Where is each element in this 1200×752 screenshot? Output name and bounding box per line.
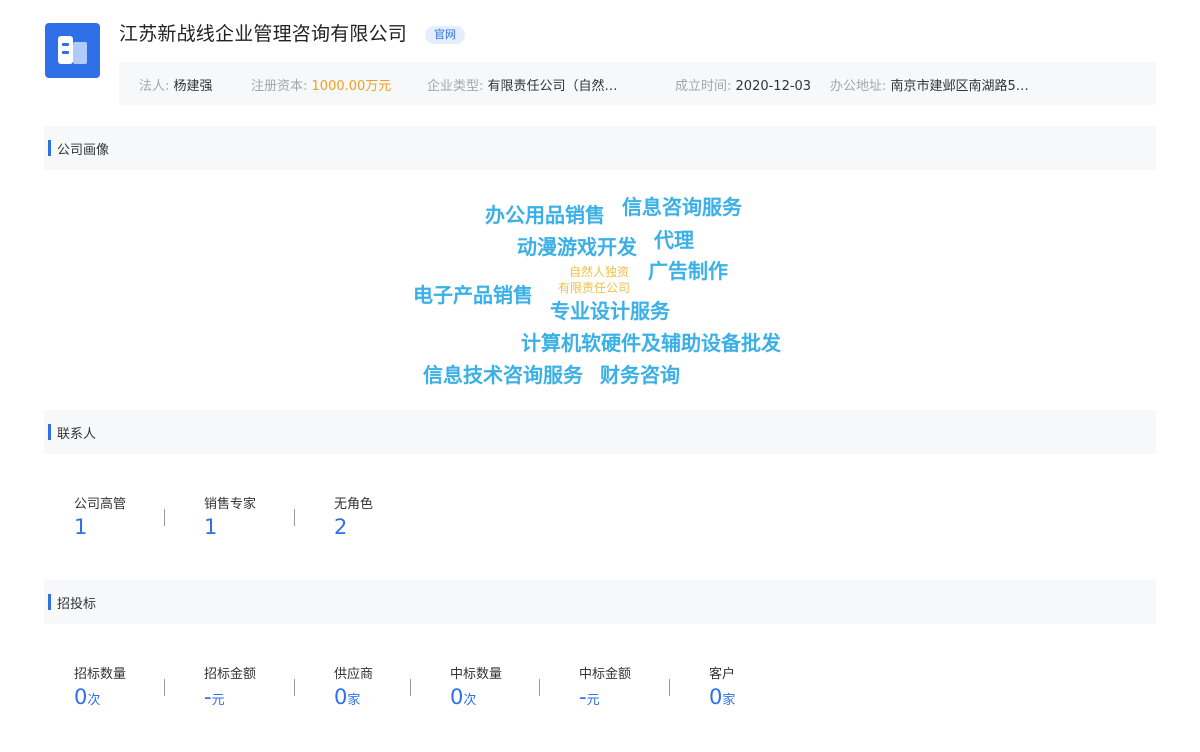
word-cloud-term: 办公用品销售: [485, 203, 605, 227]
stat-divider: [294, 679, 295, 696]
word-cloud-term: 专业设计服务: [550, 299, 670, 323]
word-cloud-term: 代理: [654, 228, 694, 252]
company-info-bar: 法人: 杨建强 注册资本: 1000.00万元 企业类型: 有限责任公司（自然……: [119, 62, 1156, 105]
info-label: 注册资本:: [251, 79, 308, 94]
stat-unit: 家: [722, 693, 736, 708]
word-cloud-term: 广告制作: [648, 259, 728, 283]
stat-label: 招标数量: [74, 667, 127, 682]
info-address: 办公地址: 南京市建邺区南湖路5…: [830, 75, 1029, 94]
stat-value: 0: [74, 685, 88, 709]
info-value: 1000.00万元: [311, 79, 392, 94]
company-name: 江苏新战线企业管理咨询有限公司: [119, 23, 408, 45]
stat-divider: [669, 679, 670, 696]
info-label: 成立时间:: [675, 79, 732, 94]
bid-stat-suppliers[interactable]: 供应商 0家: [334, 663, 373, 713]
bid-stat-award-amount[interactable]: 中标金额 -元: [579, 663, 631, 713]
legal-person-link[interactable]: 杨建强: [174, 79, 213, 94]
bid-stat-tender-count[interactable]: 招标数量 0次: [74, 663, 126, 713]
stat-label: 销售专家: [204, 497, 257, 512]
stat-unit: 家: [347, 693, 361, 708]
info-value: 南京市建邺区南湖路5…: [890, 79, 1029, 94]
section-marker: [48, 424, 51, 440]
word-cloud-term: 信息技术咨询服务: [423, 363, 583, 387]
contact-stat-sales[interactable]: 销售专家 1: [204, 493, 256, 539]
stat-divider: [164, 509, 165, 526]
info-capital: 注册资本: 1000.00万元: [251, 75, 391, 94]
stat-label: 中标数量: [450, 667, 503, 682]
section-title: 联系人: [57, 427, 97, 442]
section-title: 公司画像: [57, 143, 110, 158]
stat-value: 1: [74, 515, 88, 539]
info-value: 2020-12-03: [735, 79, 812, 94]
stat-value: 0: [450, 685, 464, 709]
logo-window: [62, 51, 69, 54]
stat-label: 供应商: [334, 667, 374, 682]
section-marker: [48, 594, 51, 610]
info-founded: 成立时间: 2020-12-03: [675, 75, 811, 94]
contact-stat-executives[interactable]: 公司高管 1: [74, 493, 126, 539]
word-cloud-term: 有限责任公司: [558, 281, 631, 295]
stat-unit: 次: [463, 693, 477, 708]
stat-unit: 元: [586, 693, 600, 708]
section-bidding-header: 招投标: [44, 580, 1156, 624]
word-cloud-term: 计算机软硬件及辅助设备批发: [521, 331, 781, 355]
official-site-tag[interactable]: 官网: [425, 26, 465, 44]
bid-stat-customers[interactable]: 客户 0家: [709, 663, 735, 713]
section-portrait-header: 公司画像: [44, 126, 1156, 170]
stat-divider: [294, 509, 295, 526]
company-logo: [45, 23, 100, 78]
word-cloud-term: 电子产品销售: [413, 283, 533, 307]
info-label: 企业类型:: [427, 79, 484, 94]
section-title: 招投标: [57, 597, 97, 612]
info-legal-person: 法人: 杨建强: [139, 75, 213, 94]
bid-stat-award-count[interactable]: 中标数量 0次: [450, 663, 502, 713]
word-cloud-term: 动漫游戏开发: [517, 235, 637, 259]
stat-value: -: [204, 685, 212, 709]
stat-unit: 元: [211, 693, 225, 708]
bid-stat-tender-amount[interactable]: 招标金额 -元: [204, 663, 256, 713]
stat-value: 2: [334, 515, 348, 539]
stat-value: 1: [204, 515, 218, 539]
word-cloud-term: 自然人独资: [569, 265, 630, 279]
stat-label: 公司高管: [74, 497, 127, 512]
stat-unit: 次: [87, 693, 101, 708]
stat-value: 0: [709, 685, 723, 709]
stat-divider: [164, 679, 165, 696]
info-value: 有限责任公司（自然…: [487, 79, 618, 94]
stat-label: 客户: [709, 667, 736, 682]
logo-window: [62, 43, 69, 46]
stat-value: 0: [334, 685, 348, 709]
info-label: 办公地址:: [830, 79, 887, 94]
contact-stat-no-role[interactable]: 无角色 2: [334, 493, 373, 539]
logo-building-main: [58, 36, 73, 64]
stat-label: 招标金额: [204, 667, 257, 682]
stat-label: 中标金额: [579, 667, 632, 682]
section-marker: [48, 140, 51, 156]
stat-divider: [539, 679, 540, 696]
section-contacts-header: 联系人: [44, 410, 1156, 454]
stat-label: 无角色: [334, 497, 374, 512]
logo-building-side: [73, 42, 87, 64]
word-cloud-term: 信息咨询服务: [622, 195, 742, 219]
stat-value: -: [579, 685, 587, 709]
info-company-type: 企业类型: 有限责任公司（自然…: [427, 75, 618, 94]
word-cloud-term: 财务咨询: [600, 363, 680, 387]
stat-divider: [410, 679, 411, 696]
info-label: 法人:: [139, 79, 170, 94]
